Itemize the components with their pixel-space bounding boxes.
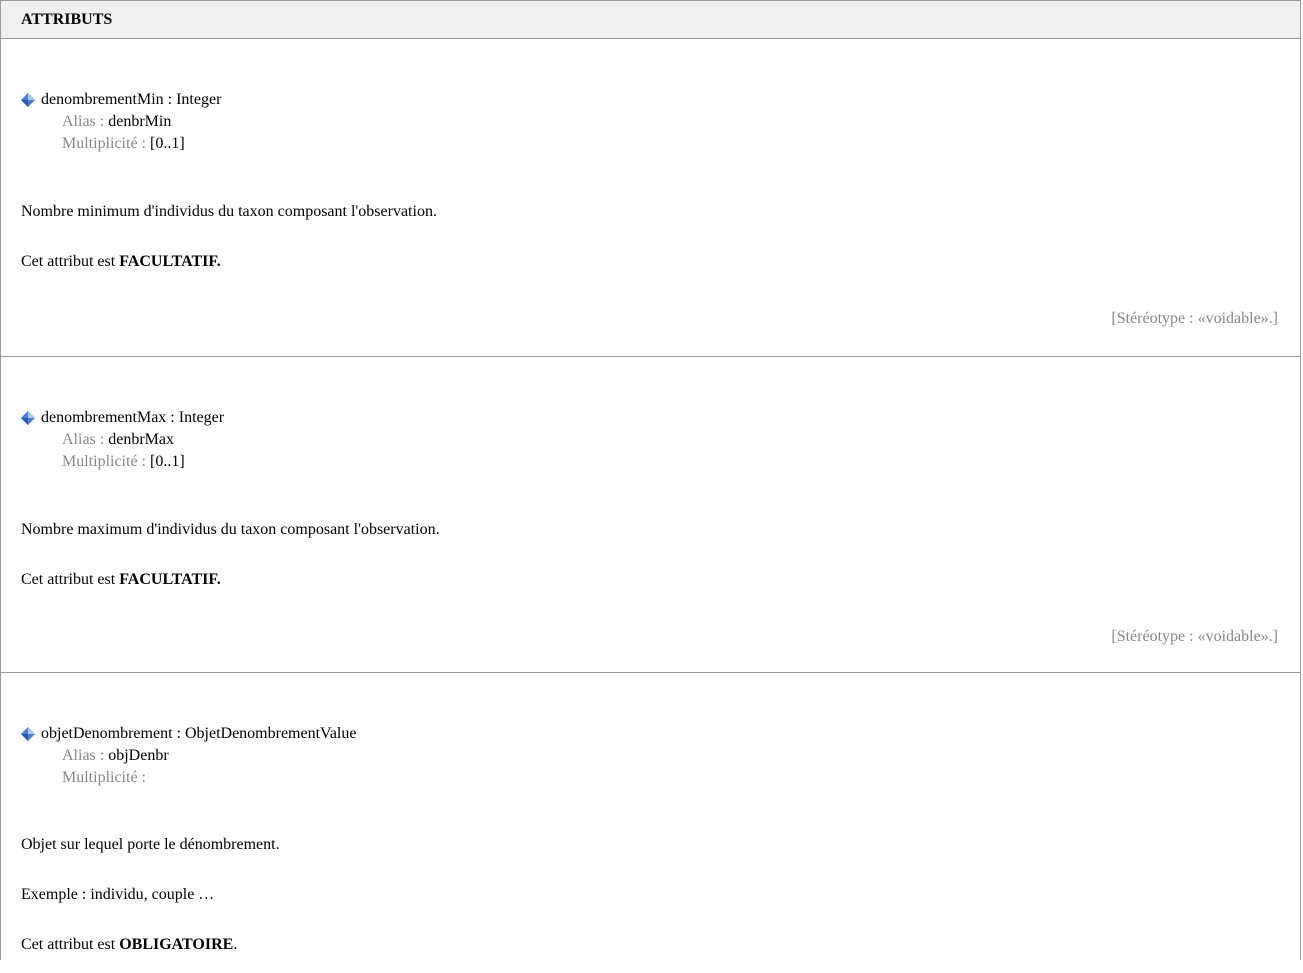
alias-row: Alias : denbrMax bbox=[41, 429, 224, 451]
status-suffix: . bbox=[233, 936, 238, 953]
alias-value: objDenbr bbox=[108, 747, 169, 764]
attribute-signature: objetDenombrement : ObjetDenombrementVal… bbox=[21, 723, 357, 745]
attribute-signature-group: objetDenombrement : ObjetDenombrementVal… bbox=[21, 723, 357, 789]
attribute-block: denombrementMin : Integer Alias : denbrM… bbox=[1, 39, 1300, 357]
attribute-signature-group: denombrementMin : Integer Alias : denbrM… bbox=[21, 89, 222, 155]
attribute-name: objetDenombrement : ObjetDenombrementVal… bbox=[41, 725, 357, 742]
attribute-signature-group: denombrementMax : Integer Alias : denbrM… bbox=[21, 407, 225, 473]
alias-value: denbrMax bbox=[108, 431, 174, 448]
attribute-status: Cet attribut est FACULTATIF. bbox=[21, 570, 221, 590]
multiplicity-value: [0..1] bbox=[150, 135, 185, 152]
stereotype-note: [Stéréotype : «voidable».] bbox=[1111, 628, 1278, 645]
alias-label: Alias : bbox=[62, 747, 109, 764]
status-value: OBLIGATOIRE bbox=[119, 936, 234, 953]
attribute-block: denombrementMax : Integer Alias : denbrM… bbox=[1, 357, 1300, 673]
attribute-status: Cet attribut est FACULTATIF. bbox=[21, 252, 221, 272]
attribute-description: Objet sur lequel porte le dénombrement. bbox=[21, 836, 280, 853]
multiplicity-row: Multiplicité : bbox=[41, 767, 356, 789]
attribute-gem-icon bbox=[21, 411, 35, 425]
attribute-block: objetDenombrement : ObjetDenombrementVal… bbox=[1, 673, 1300, 973]
attribute-status: Cet attribut est OBLIGATOIRE. bbox=[21, 935, 237, 955]
multiplicity-row: Multiplicité : [0..1] bbox=[41, 451, 224, 473]
multiplicity-label: Multiplicité : bbox=[62, 769, 146, 786]
attributes-panel: ATTRIBUTS denombrementMin : Integer Alia… bbox=[0, 0, 1301, 960]
alias-label: Alias : bbox=[62, 431, 109, 448]
multiplicity-label: Multiplicité : bbox=[62, 453, 150, 470]
attribute-description: Nombre minimum d'individus du taxon comp… bbox=[21, 203, 437, 220]
status-value: FACULTATIF. bbox=[119, 253, 221, 270]
multiplicity-row: Multiplicité : [0..1] bbox=[41, 133, 221, 155]
alias-row: Alias : objDenbr bbox=[41, 745, 356, 767]
status-prefix: Cet attribut est bbox=[21, 571, 120, 588]
status-prefix: Cet attribut est bbox=[21, 936, 120, 953]
status-prefix: Cet attribut est bbox=[21, 253, 120, 270]
attribute-description: Nombre maximum d'individus du taxon comp… bbox=[21, 521, 440, 538]
section-title: ATTRIBUTS bbox=[1, 1, 1300, 39]
multiplicity-label: Multiplicité : bbox=[62, 135, 150, 152]
attribute-name: denombrementMax : Integer bbox=[41, 409, 225, 426]
status-value: FACULTATIF. bbox=[119, 571, 221, 588]
alias-value: denbrMin bbox=[108, 113, 172, 130]
attribute-example: Exemple : individu, couple … bbox=[21, 886, 215, 903]
alias-label: Alias : bbox=[62, 113, 109, 130]
attribute-signature: denombrementMax : Integer bbox=[21, 407, 225, 429]
stereotype-note: [Stéréotype : «voidable».] bbox=[1111, 310, 1278, 327]
attribute-gem-icon bbox=[21, 727, 35, 741]
attribute-signature: denombrementMin : Integer bbox=[21, 89, 222, 111]
alias-row: Alias : denbrMin bbox=[41, 111, 221, 133]
attribute-gem-icon bbox=[21, 93, 35, 107]
attribute-name: denombrementMin : Integer bbox=[41, 91, 222, 108]
multiplicity-value: [0..1] bbox=[150, 453, 185, 470]
